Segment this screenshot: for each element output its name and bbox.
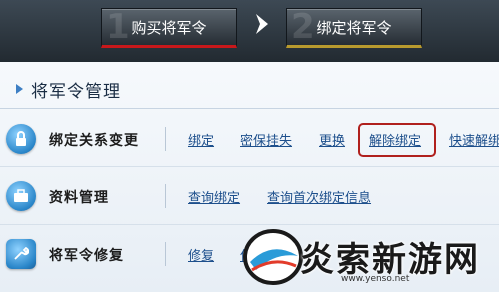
link-query-first-binding[interactable]: 查询首次绑定信息 [267,187,371,206]
link-quick-unbind[interactable]: 快速解绑 [449,130,499,149]
link-security-loss[interactable]: 密保挂失 [240,130,292,149]
divider [0,108,499,109]
repair-icon [6,239,36,269]
step-bar [0,0,499,62]
step-2-bind-button[interactable]: 2 绑定将军令 [286,7,422,48]
section-title: 将军令管理 [31,81,121,102]
link-query-binding[interactable]: 查询绑定 [188,187,240,206]
step-1-buy-button[interactable]: 1 购买将军令 [101,7,237,48]
row-name: 资料管理 [49,190,109,206]
unbind-highlight-box [358,123,436,157]
row-name: 绑定关系变更 [49,133,139,149]
watermark-logo [242,226,304,288]
step-arrow-icon [252,12,274,36]
triangle-icon [16,84,23,94]
lock-icon [6,124,36,154]
link-replace[interactable]: 更换 [319,130,345,149]
link-repair[interactable]: 修复 [188,245,214,264]
link-bind[interactable]: 绑定 [188,130,214,149]
briefcase-icon [6,181,36,211]
watermark-url: www.yenso.net [341,274,410,284]
step-2-label: 绑定将军令 [316,18,392,37]
section-header: 将军令管理 [0,72,499,106]
row-data-management: 资料管理 查询绑定 查询首次绑定信息 [0,175,499,219]
row-name: 将军令修复 [49,248,124,264]
step-1-label: 购买将军令 [131,18,207,37]
